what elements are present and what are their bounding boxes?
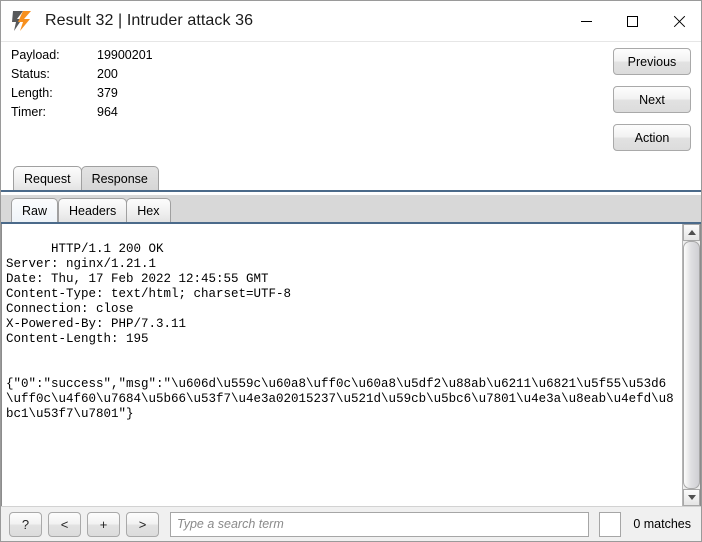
message-tab-bar: Request Response	[1, 164, 701, 192]
scroll-up-button[interactable]	[683, 224, 700, 241]
length-value: 379	[97, 86, 118, 100]
timer-label: Timer:	[11, 105, 46, 119]
close-icon	[672, 15, 685, 28]
info-row-status: Status: 200	[11, 67, 153, 86]
scrollbar-thumb[interactable]	[683, 241, 700, 489]
timer-value: 964	[97, 105, 118, 119]
maximize-icon	[626, 15, 638, 27]
next-button[interactable]: Next	[613, 86, 691, 113]
payload-value: 19900201	[97, 48, 153, 62]
response-body-text: {"0":"success","msg":"\u606d\u559c\u60a8…	[6, 377, 674, 421]
minimize-icon	[580, 20, 592, 22]
info-row-payload: Payload: 19900201	[11, 48, 153, 67]
search-help-button[interactable]: ?	[9, 511, 42, 537]
response-viewer: HTTP/1.1 200 OK Server: nginx/1.21.1 Dat…	[1, 224, 701, 506]
search-add-button[interactable]: +	[87, 511, 120, 537]
window-controls	[563, 1, 701, 41]
match-count-label: 0 matches	[633, 517, 691, 531]
tab-request[interactable]: Request	[13, 166, 82, 190]
response-vertical-scrollbar[interactable]	[682, 224, 700, 506]
scroll-up-arrow-icon	[687, 230, 696, 235]
payload-label: Payload:	[11, 48, 60, 62]
response-headers-text: HTTP/1.1 200 OK Server: nginx/1.21.1 Dat…	[6, 242, 292, 346]
maximize-button[interactable]	[609, 1, 655, 41]
view-tab-bar: Raw Headers Hex	[1, 195, 701, 224]
scroll-down-arrow-icon	[687, 495, 696, 500]
action-button[interactable]: Action	[613, 124, 691, 151]
previous-button[interactable]: Previous	[613, 48, 691, 75]
search-next-button[interactable]: >	[126, 511, 159, 537]
search-input[interactable]	[170, 511, 590, 537]
action-button-group: Previous Next Action	[613, 48, 691, 151]
minimize-button[interactable]	[563, 1, 609, 41]
status-label: Status:	[11, 67, 50, 81]
tab-hex[interactable]: Hex	[126, 198, 171, 222]
info-row-length: Length: 379	[11, 86, 153, 105]
result-info-panel: Payload: 19900201 Status: 200 Length: 37…	[1, 42, 701, 164]
tab-headers[interactable]: Headers	[58, 198, 128, 222]
scroll-down-button[interactable]	[683, 489, 700, 506]
tab-response[interactable]: Response	[80, 166, 159, 190]
result-info-table: Payload: 19900201 Status: 200 Length: 37…	[11, 48, 153, 124]
length-label: Length:	[11, 86, 53, 100]
title-bar: Result 32 | Intruder attack 36	[1, 1, 701, 42]
tab-raw[interactable]: Raw	[11, 198, 59, 222]
search-options-box[interactable]	[599, 511, 622, 537]
scrollbar-track[interactable]	[683, 241, 700, 489]
window-title: Result 32 | Intruder attack 36	[45, 12, 254, 29]
response-raw-text[interactable]: HTTP/1.1 200 OK Server: nginx/1.21.1 Dat…	[2, 224, 682, 506]
status-value: 200	[97, 67, 118, 81]
search-toolbar: ? < + > 0 matches	[1, 506, 701, 541]
search-previous-button[interactable]: <	[48, 511, 81, 537]
burp-suite-logo-icon	[11, 10, 33, 32]
close-button[interactable]	[655, 1, 701, 41]
burp-intruder-result-window: Result 32 | Intruder attack 36 Payload: …	[0, 0, 702, 542]
info-row-timer: Timer: 964	[11, 105, 153, 124]
